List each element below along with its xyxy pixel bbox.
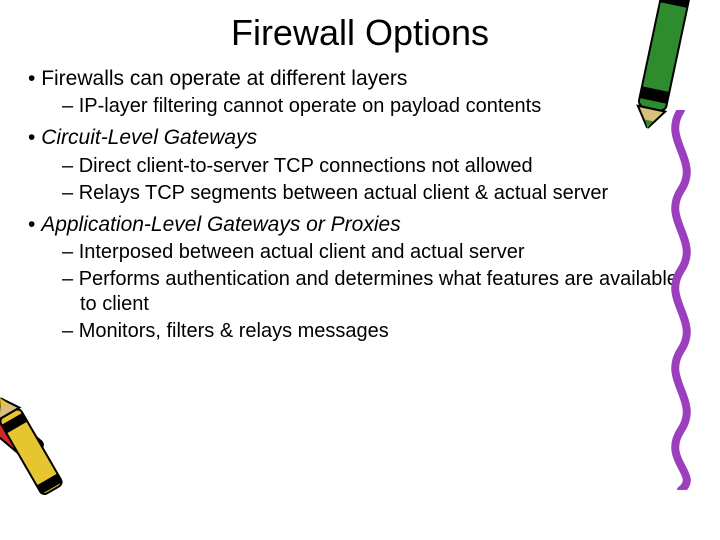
bullet-list: Firewalls can operate at different layer… <box>28 66 692 344</box>
squiggle-icon <box>656 110 706 490</box>
sub-list: Interposed between actual client and act… <box>28 240 692 344</box>
sub-item: IP-layer filtering cannot operate on pay… <box>62 94 692 119</box>
page-title: Firewall Options <box>28 12 692 54</box>
bullet-item: Application-Level Gateways or Proxies In… <box>28 212 692 344</box>
sub-list: IP-layer filtering cannot operate on pay… <box>28 94 692 119</box>
slide: Firewall Options Firewalls can operate a… <box>0 0 720 540</box>
sub-item: Monitors, filters & relays messages <box>62 319 692 344</box>
sub-item: Relays TCP segments between actual clien… <box>62 181 692 206</box>
bullet-text: Firewalls can operate at different layer… <box>41 67 407 90</box>
bullet-text: Application-Level Gateways or Proxies <box>41 213 401 236</box>
bullet-item: Circuit-Level Gateways Direct client-to-… <box>28 125 692 205</box>
crayon-yellow-icon <box>0 388 77 512</box>
sub-item: Interposed between actual client and act… <box>62 240 692 265</box>
bullet-text: Circuit-Level Gateways <box>41 126 257 149</box>
sub-item: Direct client-to-server TCP connections … <box>62 154 692 179</box>
sub-item: Performs authentication and determines w… <box>62 267 692 317</box>
sub-list: Direct client-to-server TCP connections … <box>28 154 692 206</box>
bullet-item: Firewalls can operate at different layer… <box>28 66 692 119</box>
